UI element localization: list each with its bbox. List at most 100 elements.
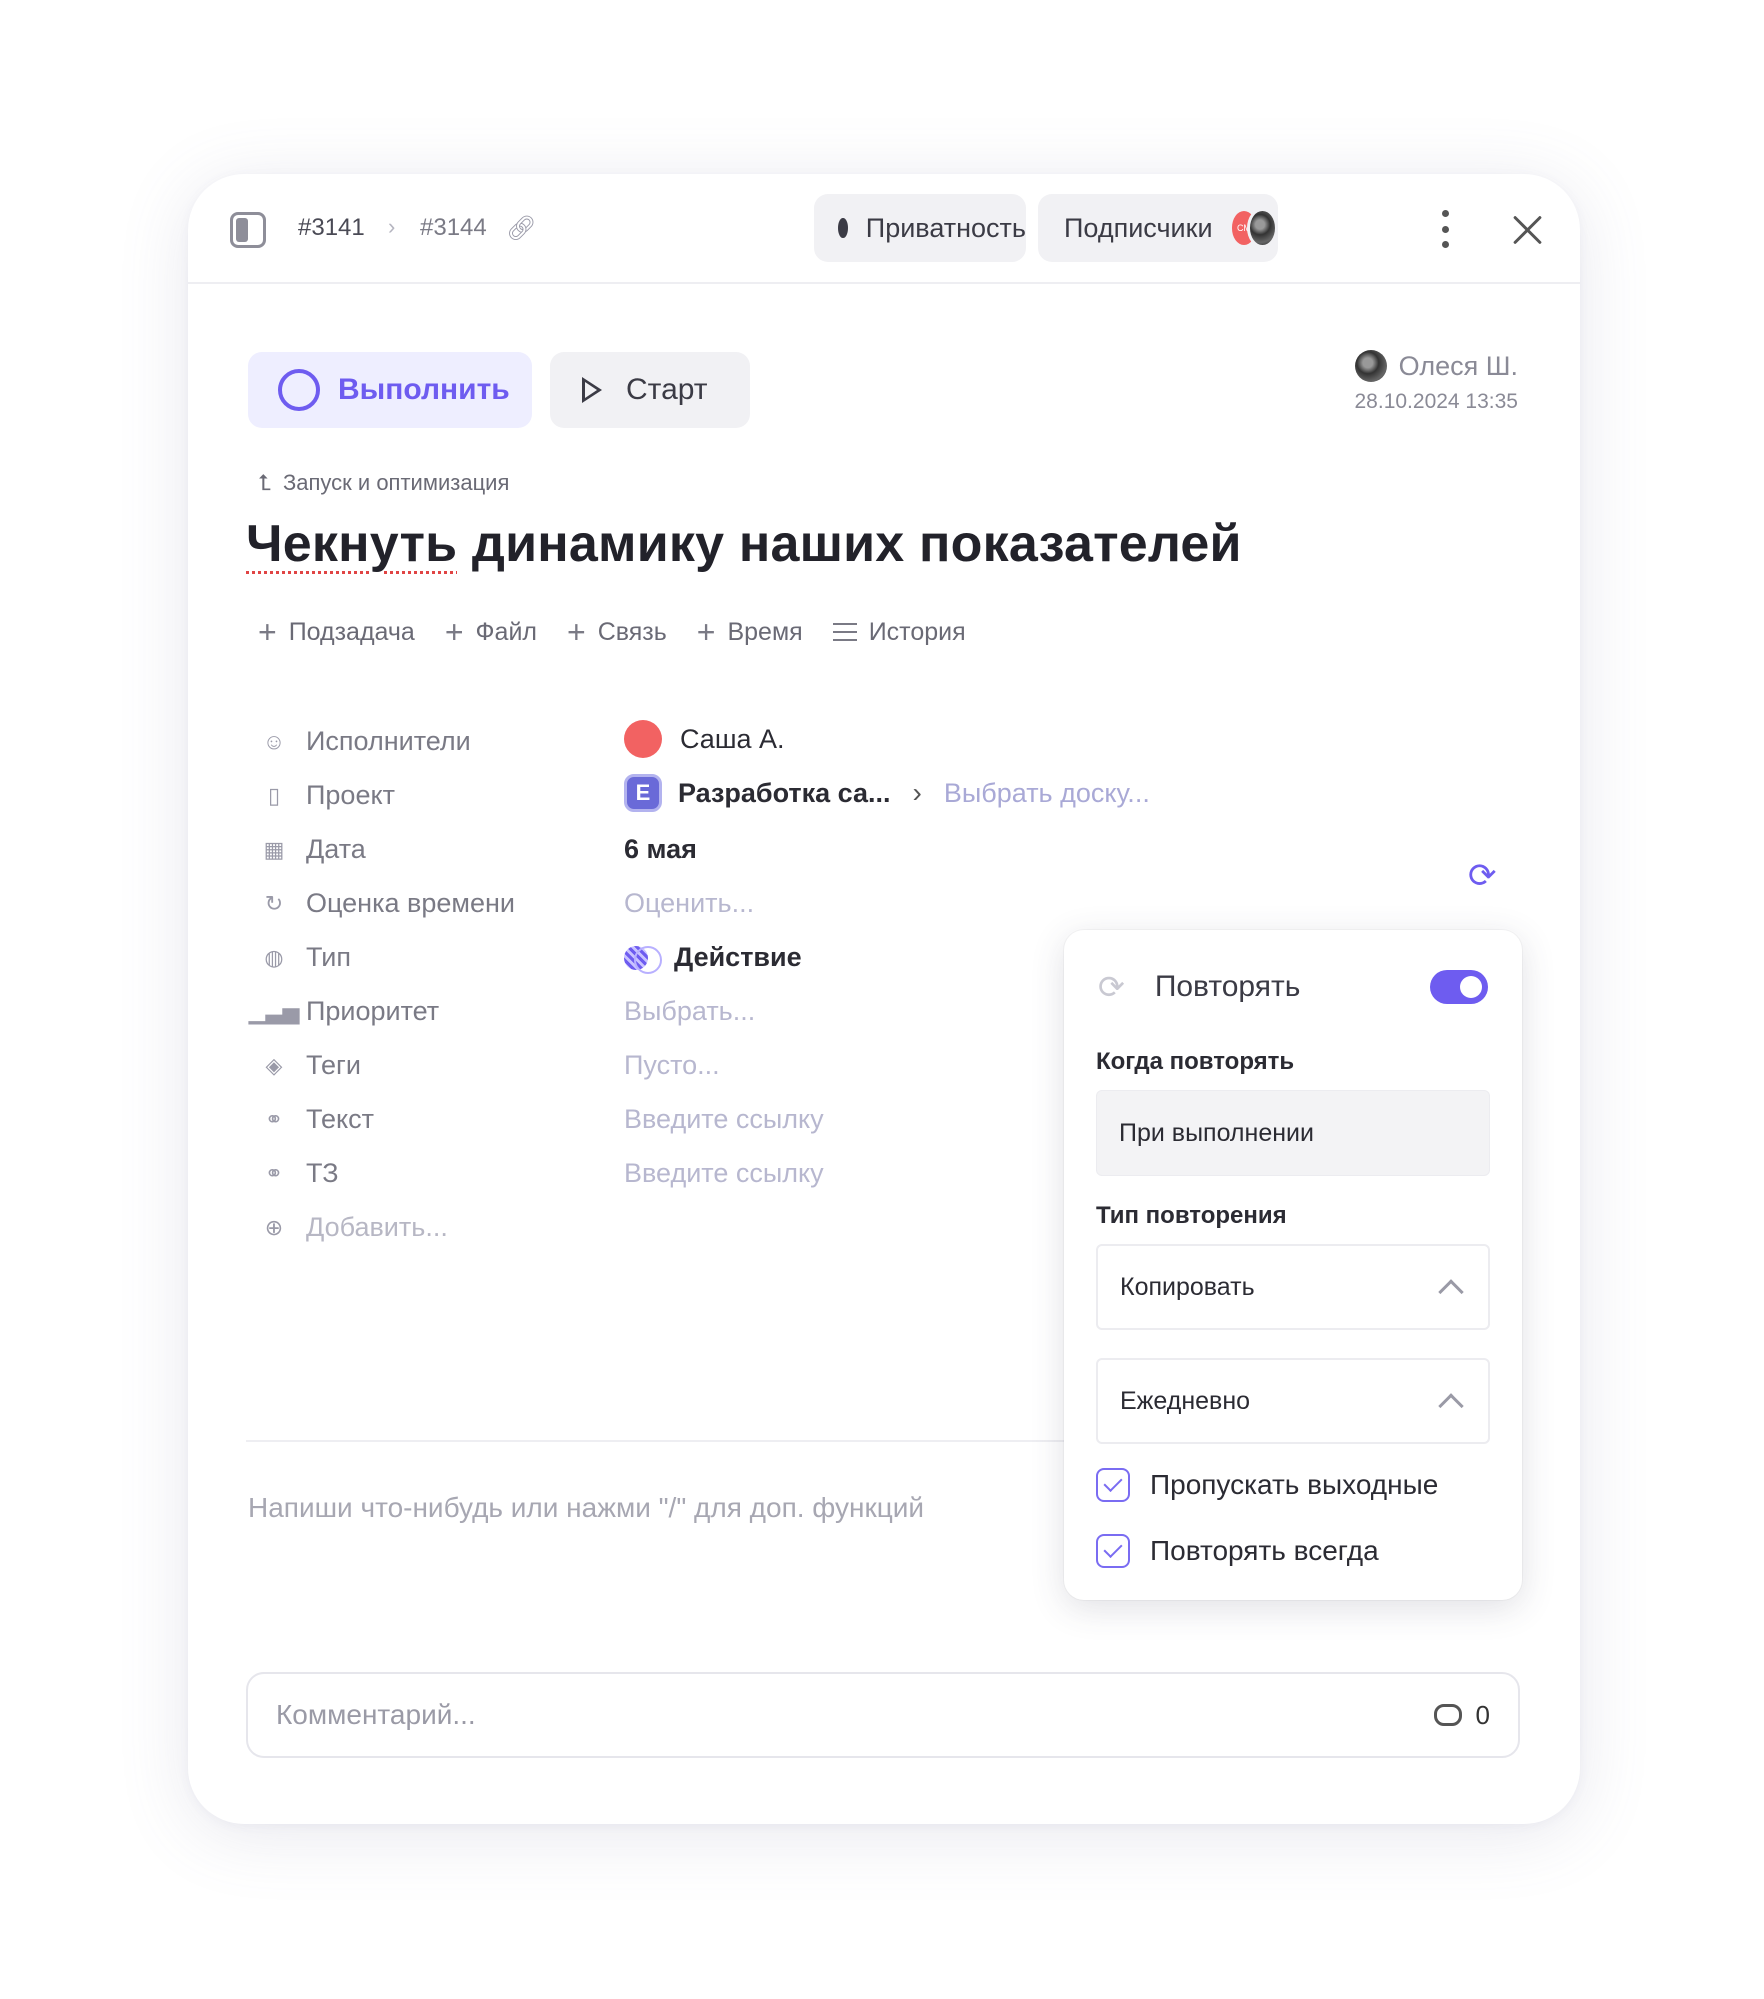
repeat-type-value: Копировать — [1120, 1272, 1255, 1301]
repeat-toggle[interactable] — [1430, 970, 1488, 1004]
repeat-type-select[interactable]: Копировать — [1096, 1244, 1490, 1330]
title-rest: динамику наших показателей — [457, 515, 1242, 573]
created-timestamp: 28.10.2024 13:35 — [1354, 390, 1519, 413]
assignee-value[interactable]: Саша А. — [624, 720, 785, 758]
description-editor[interactable]: Напиши что-нибудь или нажми "/" для доп.… — [248, 1492, 1038, 1524]
add-time-button[interactable]: + Время — [697, 616, 803, 648]
task-header: #3141 › #3144 🔗︎ Приватность Подписчики … — [188, 174, 1580, 284]
prop-type-label: ◍ Тип — [260, 942, 351, 973]
close-icon[interactable] — [1512, 214, 1544, 246]
title-misspelled-word: Чекнуть — [246, 515, 458, 573]
tags-input[interactable]: Пусто... — [624, 1050, 720, 1081]
prop-label-text: Тип — [306, 942, 352, 972]
parent-task-link[interactable]: ⮤ Запуск и оптимизация — [258, 470, 509, 496]
prop-label-text: Приоритет — [306, 996, 440, 1026]
sidebar-toggle-icon[interactable] — [230, 212, 266, 248]
assignee-name: Саша А. — [680, 723, 785, 754]
divider — [246, 1440, 1126, 1442]
action-type-icon — [624, 945, 662, 974]
repeat-always-checkbox[interactable] — [1096, 1534, 1130, 1568]
repeat-icon[interactable]: ⟳ — [1468, 856, 1497, 896]
frequency-select[interactable]: Ежедневно — [1096, 1358, 1490, 1444]
plus-icon: + — [696, 614, 716, 650]
author-name[interactable]: Олеся Ш. — [1399, 351, 1518, 382]
chevron-right-icon: › — [912, 777, 922, 808]
chevron-up-icon — [1438, 1279, 1464, 1305]
comment-counter[interactable]: 0 — [1433, 1699, 1490, 1731]
project-value: E Разработка са... › Выбрать доску... — [624, 774, 1150, 812]
refresh-icon: ↻ — [264, 890, 284, 916]
breadcrumb-parent-id[interactable]: #3141 — [298, 214, 365, 242]
user-circle-icon: ☺︎ — [262, 728, 286, 754]
complete-button[interactable]: Выполнить — [248, 352, 532, 428]
link-icon: ⚭ — [264, 1106, 284, 1132]
repeat-popover: ⟳ Повторять Когда повторять При выполнен… — [1064, 930, 1522, 1600]
when-repeat-label: Когда повторять — [1096, 1048, 1295, 1075]
prop-label-text: Исполнители — [306, 726, 471, 756]
copy-link-icon[interactable]: 🔗︎ — [506, 214, 536, 243]
eye-icon — [838, 218, 858, 238]
add-property-button[interactable]: ⊕ Добавить... — [260, 1212, 448, 1243]
prop-label-text: Дата — [306, 834, 366, 864]
author-avatar — [1354, 350, 1387, 382]
skip-weekends-label: Пропускать выходные — [1150, 1469, 1439, 1500]
privacy-label: Приватность — [865, 212, 1026, 243]
type-name: Действие — [674, 942, 802, 972]
more-options-icon[interactable] — [1440, 210, 1450, 248]
breadcrumb-task-id[interactable]: #3144 — [420, 214, 487, 242]
assignee-avatar — [624, 720, 662, 758]
plus-icon: + — [258, 614, 277, 650]
board-select[interactable]: Выбрать доску... — [944, 778, 1150, 809]
project-name[interactable]: Разработка са... — [678, 778, 891, 809]
prop-tz-label: ⚭ ТЗ — [260, 1158, 339, 1189]
prop-label-text: Проект — [306, 780, 395, 810]
add-file-button[interactable]: + Файл — [445, 616, 537, 648]
repeat-title: Повторять — [1154, 970, 1301, 1003]
repeat-always-label: Повторять всегда — [1150, 1535, 1379, 1566]
project-icon: ▯ — [267, 782, 281, 808]
repeat-always-option[interactable]: Повторять всегда — [1096, 1534, 1379, 1568]
action-label: Время — [727, 617, 803, 646]
add-subtask-button[interactable]: + Подзадача — [258, 616, 415, 648]
start-label: Старт — [626, 373, 708, 406]
date-value[interactable]: 6 мая — [624, 834, 697, 865]
play-icon — [582, 377, 602, 403]
project-avatar: E — [624, 774, 662, 812]
arrow-up-left-icon: ⮤ — [258, 470, 271, 495]
list-icon — [832, 623, 857, 641]
when-repeat-value: При выполнении — [1119, 1118, 1314, 1147]
chevron-up-icon — [1438, 1393, 1464, 1419]
prop-project-label: ▯ Проект — [260, 780, 395, 811]
estimate-input[interactable]: Оценить... — [624, 888, 754, 919]
comment-input[interactable] — [276, 1699, 1434, 1731]
add-link-button[interactable]: + Связь — [567, 616, 667, 648]
task-title[interactable]: Чекнуть динамику наших показателей — [246, 514, 1242, 574]
task-actions: + Подзадача + Файл + Связь + Время История — [258, 616, 996, 648]
skip-weekends-checkbox[interactable] — [1096, 1468, 1130, 1502]
chevron-right-icon: › — [388, 214, 396, 239]
comment-count: 0 — [1475, 1699, 1490, 1730]
subscribers-label: Подписчики — [1064, 212, 1213, 243]
author-info: Олеся Ш. 28.10.2024 13:35 — [1354, 350, 1519, 414]
skip-weekends-option[interactable]: Пропускать выходные — [1096, 1468, 1438, 1502]
privacy-button[interactable]: Приватность — [814, 194, 1026, 262]
repeat-type-label: Тип повторения — [1096, 1202, 1287, 1229]
history-button[interactable]: История — [832, 616, 966, 648]
prop-estimate-label: ↻ Оценка времени — [260, 888, 515, 919]
complete-label: Выполнить — [338, 373, 510, 406]
calendar-icon: ▦ — [263, 836, 285, 862]
text-link-input[interactable]: Введите ссылку — [624, 1104, 824, 1135]
when-repeat-select[interactable]: При выполнении — [1096, 1090, 1490, 1176]
start-button[interactable]: Старт — [550, 352, 750, 428]
plus-icon: + — [567, 614, 586, 650]
frequency-value: Ежедневно — [1120, 1386, 1251, 1415]
plus-circle-icon: ⊕ — [264, 1214, 284, 1240]
prop-label-text: Оценка времени — [306, 888, 515, 918]
prop-assignees-label: ☺︎ Исполнители — [260, 726, 471, 757]
priority-select[interactable]: Выбрать... — [624, 996, 755, 1027]
type-value[interactable]: Действие — [624, 942, 802, 974]
tz-link-input[interactable]: Введите ссылку — [624, 1158, 824, 1189]
subscribers-button[interactable]: Подписчики СМ — [1038, 194, 1278, 262]
prop-tags-label: ◈ Теги — [260, 1050, 361, 1081]
prop-priority-label: ▁▃▅ Приоритет — [249, 996, 440, 1027]
